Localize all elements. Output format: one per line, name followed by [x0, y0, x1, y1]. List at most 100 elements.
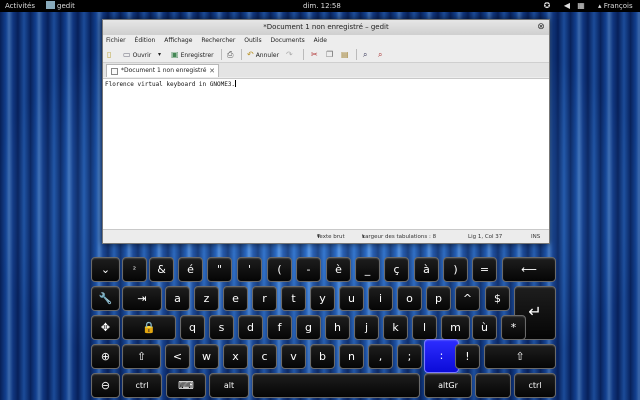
key-e[interactable]: e — [223, 286, 248, 311]
activities-button[interactable]: Activités — [5, 0, 35, 12]
key-k[interactable]: k — [383, 315, 408, 340]
key-q[interactable]: q — [180, 315, 205, 340]
key-open-paren[interactable]: ( — [267, 257, 292, 282]
key-apostrophe[interactable]: ' — [237, 257, 262, 282]
language-indicator[interactable]: ▴ François — [598, 0, 633, 12]
key-settings[interactable]: 🔧 — [91, 286, 120, 311]
key-equals[interactable]: = — [472, 257, 497, 282]
key-space[interactable] — [252, 373, 420, 398]
key-close-paren[interactable]: ) — [443, 257, 468, 282]
close-icon[interactable]: ⊗ — [536, 22, 546, 32]
key-e-acute[interactable]: é — [178, 257, 203, 282]
window-titlebar[interactable]: *Document 1 non enregistré – gedit ⊗ — [103, 20, 549, 35]
key-w[interactable]: w — [194, 344, 219, 369]
key-j[interactable]: j — [354, 315, 379, 340]
key-menu[interactable] — [475, 373, 511, 398]
toolbar-separator — [356, 49, 357, 60]
menu-aide[interactable]: Aide — [314, 37, 327, 44]
key-ampersand[interactable]: & — [149, 257, 174, 282]
key-minus[interactable]: - — [296, 257, 321, 282]
key-p[interactable]: p — [426, 286, 451, 311]
key-b[interactable]: b — [310, 344, 335, 369]
key-underscore[interactable]: _ — [355, 257, 380, 282]
key-c-cedilla[interactable]: ç — [384, 257, 409, 282]
key-r[interactable]: r — [252, 286, 277, 311]
copy-icon[interactable]: ❐ — [326, 46, 335, 63]
key-altgr[interactable]: altGr — [424, 373, 472, 398]
key-m[interactable]: m — [441, 315, 470, 340]
menu-documents[interactable]: Documents — [271, 37, 305, 44]
network-icon[interactable]: ▦ — [577, 2, 585, 10]
key-a-grave[interactable]: à — [414, 257, 439, 282]
key-u-grave[interactable]: ù — [472, 315, 497, 340]
key-l[interactable]: l — [412, 315, 437, 340]
key-caps-lock[interactable]: 🔒 — [122, 315, 176, 340]
menu-fichier[interactable]: Fichier — [106, 37, 126, 44]
window-title: *Document 1 non enregistré – gedit — [263, 23, 389, 31]
key-hide[interactable]: ⌄ — [91, 257, 120, 282]
key-g[interactable]: g — [296, 315, 321, 340]
key-i[interactable]: i — [368, 286, 393, 311]
new-document-icon[interactable]: ▯ — [107, 46, 113, 63]
key-less-than[interactable]: < — [165, 344, 190, 369]
menu-rechercher[interactable]: Rechercher — [201, 37, 235, 44]
key-s[interactable]: s — [209, 315, 234, 340]
paste-icon[interactable]: ▤ — [341, 46, 351, 63]
replace-icon[interactable]: ⌕ — [378, 46, 384, 63]
key-comma[interactable]: , — [368, 344, 393, 369]
app-menu[interactable]: gedit — [46, 0, 75, 12]
key-o[interactable]: o — [397, 286, 422, 311]
menu-outils[interactable]: Outils — [244, 37, 261, 44]
key-right-ctrl[interactable]: ctrl — [514, 373, 556, 398]
key-e-grave[interactable]: è — [326, 257, 351, 282]
key-u[interactable]: u — [339, 286, 364, 311]
open-dropdown-icon[interactable]: ▾ — [158, 46, 161, 63]
cut-icon[interactable]: ✂ — [311, 46, 320, 63]
document-tab[interactable]: *Document 1 non enregistré ✕ — [106, 64, 219, 77]
key-n[interactable]: n — [339, 344, 364, 369]
key-t[interactable]: t — [281, 286, 306, 311]
key-a[interactable]: a — [165, 286, 190, 311]
key-y[interactable]: y — [310, 286, 335, 311]
key-f[interactable]: f — [267, 315, 292, 340]
key-right-shift[interactable]: ⇧ — [484, 344, 556, 369]
save-button[interactable]: ▣ Enregistrer — [171, 46, 214, 63]
search-icon[interactable]: ⌕ — [363, 46, 369, 63]
key-zoom-out[interactable]: ⊖ — [91, 373, 120, 398]
key-exclamation[interactable]: ! — [455, 344, 480, 369]
redo-icon[interactable]: ↷ — [286, 46, 295, 63]
key-h[interactable]: h — [325, 315, 350, 340]
key-superscript-2[interactable]: ² — [122, 257, 147, 282]
key-c[interactable]: c — [252, 344, 277, 369]
accessibility-icon[interactable]: ✪ — [543, 2, 551, 10]
close-tab-icon[interactable]: ✕ — [209, 65, 215, 77]
key-double-quote[interactable]: " — [207, 257, 232, 282]
tab-width-dropdown[interactable]: Largeur des tabulations : 8 ▾ — [362, 230, 436, 244]
key-colon[interactable]: : — [424, 339, 459, 373]
key-asterisk[interactable]: * — [501, 315, 526, 340]
print-icon[interactable]: ⎙ — [227, 46, 235, 63]
key-d[interactable]: d — [238, 315, 263, 340]
key-semicolon[interactable]: ; — [397, 344, 422, 369]
volume-icon[interactable]: ◀ — [563, 2, 571, 10]
key-tab[interactable]: ⇥ — [122, 286, 162, 311]
key-circumflex[interactable]: ^ — [455, 286, 480, 311]
key-v[interactable]: v — [281, 344, 306, 369]
key-alt[interactable]: alt — [209, 373, 249, 398]
menu-edition[interactable]: Édition — [135, 37, 156, 44]
key-left-shift[interactable]: ⇧ — [122, 344, 161, 369]
undo-button[interactable]: ↶ Annuler — [247, 46, 279, 63]
key-backspace[interactable]: ⟵ — [502, 257, 556, 282]
menu-affichage[interactable]: Affichage — [164, 37, 192, 44]
clock[interactable]: dim. 12:58 — [303, 0, 341, 12]
syntax-mode-dropdown[interactable]: Texte brut ▾ — [317, 230, 345, 244]
key-z[interactable]: z — [194, 286, 219, 311]
open-button[interactable]: ▭ Ouvrir — [123, 46, 151, 63]
key-move[interactable]: ✥ — [91, 315, 120, 340]
text-editor[interactable]: Florence virtual keyboard in GNOME3. — [103, 78, 549, 229]
key-zoom-in[interactable]: ⊕ — [91, 344, 120, 369]
key-x[interactable]: x — [223, 344, 248, 369]
key-left-ctrl[interactable]: ctrl — [122, 373, 162, 398]
key-keyboard-menu[interactable]: ⌨ — [166, 373, 206, 398]
key-dollar[interactable]: $ — [485, 286, 510, 311]
